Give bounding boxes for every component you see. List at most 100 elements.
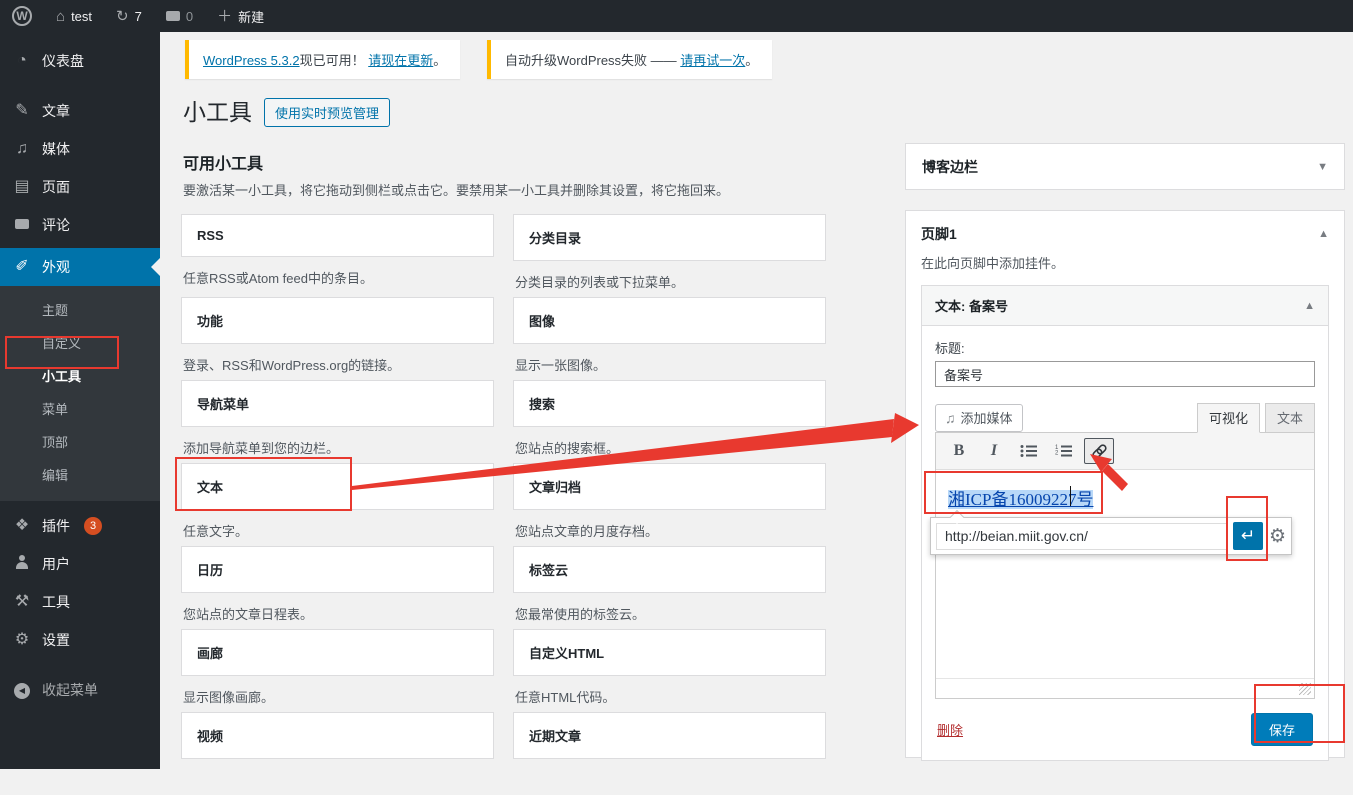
save-button[interactable]: 保存	[1250, 713, 1313, 746]
chevron-up-icon[interactable]: ▲	[1318, 228, 1329, 240]
menu-item-users[interactable]: 用户	[0, 545, 160, 583]
widget-card-image[interactable]: 图像	[513, 297, 826, 344]
menu-item-comments[interactable]: 评论	[0, 206, 160, 244]
chevron-up-icon[interactable]: ▲	[1304, 300, 1315, 312]
text-widget-header[interactable]: 文本: 备案号 ▲	[922, 286, 1328, 326]
widget-title-label: 标题:	[935, 341, 965, 356]
menu-item-tools[interactable]: ⚒ 工具	[0, 583, 160, 621]
beian-link-text[interactable]: 湘ICP备16009227号	[948, 490, 1093, 509]
site-link[interactable]: ⌂ test	[44, 0, 104, 32]
footer1-description: 在此向页脚中添加挂件。	[921, 256, 1065, 271]
notice-text: 。	[745, 53, 759, 68]
widget-card-archives[interactable]: 文章归档	[513, 463, 826, 510]
manage-with-live-preview-button[interactable]: 使用实时预览管理	[264, 98, 391, 127]
menu-label: 设置	[42, 632, 70, 648]
blog-sidebar-panel[interactable]: 博客边栏 ▼	[905, 143, 1345, 190]
italic-button[interactable]: I	[979, 438, 1009, 464]
bold-button[interactable]: B	[944, 438, 974, 464]
widget-card-custom-html[interactable]: 自定义HTML	[513, 629, 826, 676]
menu-label: 插件	[42, 518, 70, 534]
bullet-list-icon	[1020, 445, 1037, 457]
collapse-menu-button[interactable]: ◀ 收起菜单	[0, 671, 160, 709]
updates-link[interactable]: ↻ 7	[104, 0, 154, 32]
widget-card-rss[interactable]: RSS	[181, 214, 494, 257]
tab-visual[interactable]: 可视化	[1196, 403, 1260, 433]
insert-link-button[interactable]	[1084, 438, 1114, 464]
editor-mode-tabs: 可视化 文本	[1192, 402, 1315, 433]
notice-text: 自动升级WordPress失败 ——	[505, 53, 681, 68]
delete-widget-link[interactable]: 删除	[937, 720, 963, 739]
menu-item-plugins[interactable]: ❖ 插件 3	[0, 507, 160, 545]
menu-item-dashboard[interactable]: ◔ 仪表盘	[0, 42, 160, 80]
apply-link-button[interactable]: ↵	[1232, 522, 1263, 550]
widget-card-calendar[interactable]: 日历	[181, 546, 494, 593]
menu-label: 评论	[42, 217, 70, 233]
plugin-update-badge: 3	[84, 517, 102, 535]
widget-desc: 添加导航菜单到您的边栏。	[183, 441, 340, 456]
widget-desc: 任意HTML代码。	[515, 690, 616, 705]
link-icon	[1091, 443, 1107, 459]
text-widget-title: 文本: 备案号	[935, 299, 1008, 314]
menu-label: 仪表盘	[42, 53, 84, 69]
editor-toolbar: B I 1 2	[936, 433, 1314, 470]
widget-title-input[interactable]	[935, 361, 1315, 387]
appearance-submenu: 主题 自定义 小工具 菜单 顶部 编辑	[0, 286, 160, 501]
add-media-button[interactable]: ♫ 添加媒体	[935, 404, 1023, 432]
submenu-item-widgets[interactable]: 小工具	[0, 359, 160, 392]
submenu-item-header[interactable]: 顶部	[0, 425, 160, 458]
widget-desc: 任意RSS或Atom feed中的条目。	[183, 271, 373, 286]
widget-card-nav-menu[interactable]: 导航菜单	[181, 380, 494, 427]
comment-count: 0	[185, 8, 194, 24]
widget-desc: 您站点文章的月度存档。	[515, 524, 659, 539]
menu-label: 工具	[42, 594, 70, 610]
link-options-gear-icon[interactable]: ⚙	[1269, 525, 1286, 548]
widget-desc: 分类目录的列表或下拉菜单。	[515, 275, 685, 290]
editor-content-area[interactable]: 湘ICP备16009227号	[936, 470, 1314, 678]
widget-card-search[interactable]: 搜索	[513, 380, 826, 427]
visual-editor: B I 1 2 湘ICP备16009227号	[935, 432, 1315, 699]
submenu-item-themes[interactable]: 主题	[0, 293, 160, 326]
submenu-item-customize[interactable]: 自定义	[0, 326, 160, 359]
widget-card-gallery[interactable]: 画廊	[181, 629, 494, 676]
update-now-link[interactable]: 请现在更新	[368, 53, 433, 68]
submenu-item-menus[interactable]: 菜单	[0, 392, 160, 425]
admin-menu: ◔ 仪表盘 ✎ 文章 ♫ 媒体 ▤ 页面 评论 ✐ 外观 主题 自定义 小工具 …	[0, 32, 160, 769]
plus-icon: ＋	[217, 7, 233, 25]
menu-label: 媒体	[42, 141, 70, 157]
bullet-list-button[interactable]	[1014, 438, 1044, 464]
widget-desc: 任意文字。	[183, 524, 249, 539]
link-url-input[interactable]	[936, 522, 1228, 550]
home-icon: ⌂	[56, 7, 66, 25]
wordpress-logo-icon: W	[12, 6, 32, 26]
widget-card-tag-cloud[interactable]: 标签云	[513, 546, 826, 593]
menu-item-media[interactable]: ♫ 媒体	[0, 130, 160, 168]
wordpress-version-link[interactable]: WordPress 5.3.2	[203, 53, 300, 68]
user-icon	[12, 555, 32, 573]
wrench-icon: ⚒	[14, 593, 30, 610]
inline-link-toolbar: ↵ ⚙	[930, 517, 1292, 555]
widget-card-recent-posts[interactable]: 近期文章	[513, 712, 826, 759]
widget-card-text[interactable]: 文本	[181, 463, 494, 510]
submenu-item-editor[interactable]: 编辑	[0, 458, 160, 491]
menu-item-posts[interactable]: ✎ 文章	[0, 92, 160, 130]
widget-card-meta[interactable]: 功能	[181, 297, 494, 344]
chevron-down-icon[interactable]: ▼	[1317, 161, 1328, 173]
tab-text[interactable]: 文本	[1264, 403, 1315, 433]
pushpin-icon: ✎	[15, 102, 29, 119]
menu-item-settings[interactable]: ⚙ 设置	[0, 621, 160, 659]
update-count: 7	[134, 8, 142, 24]
numbered-list-button[interactable]: 1 2	[1049, 438, 1079, 464]
page-title: 小工具	[183, 98, 252, 125]
widget-card-categories[interactable]: 分类目录	[513, 214, 826, 261]
try-again-link[interactable]: 请再试一次	[680, 53, 745, 68]
comments-link[interactable]: 0	[154, 0, 205, 32]
admin-bar: W ⌂ test ↻ 7 0 ＋ 新建	[0, 0, 1353, 32]
resize-grip[interactable]	[1299, 683, 1311, 695]
menu-item-appearance[interactable]: ✐ 外观	[0, 248, 160, 286]
wordpress-logo-menu[interactable]: W	[0, 0, 44, 32]
dashboard-icon: ◔	[17, 52, 27, 69]
widget-card-video[interactable]: 视频	[181, 712, 494, 759]
available-widgets-grid: RSS 任意RSS或Atom feed中的条目。 分类目录分类目录的列表或下拉菜单…	[181, 214, 827, 795]
menu-item-pages[interactable]: ▤ 页面	[0, 168, 160, 206]
new-content-menu[interactable]: ＋ 新建	[205, 0, 276, 32]
